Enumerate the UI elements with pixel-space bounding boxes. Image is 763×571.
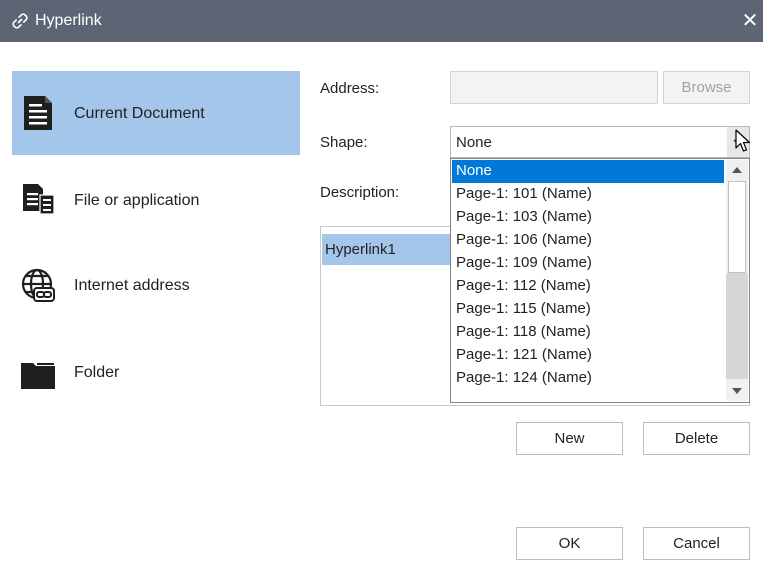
sidebar-item-folder[interactable]: Folder xyxy=(12,330,300,414)
close-button[interactable]: ✕ xyxy=(739,9,761,33)
close-icon: ✕ xyxy=(741,10,759,32)
delete-button[interactable]: Delete xyxy=(643,422,750,455)
dialog-title: Hyperlink xyxy=(35,12,102,29)
browse-button[interactable]: Browse xyxy=(663,71,750,104)
dropdown-option[interactable]: Page-1: 109 (Name) xyxy=(452,252,724,275)
document-icon xyxy=(24,96,52,130)
dropdown-option[interactable]: Page-1: 103 (Name) xyxy=(452,206,724,229)
mouse-cursor-icon xyxy=(735,129,751,152)
sidebar-item-current-document[interactable]: Current Document xyxy=(12,71,300,155)
shape-select[interactable]: None xyxy=(450,126,750,158)
globe-link-icon xyxy=(21,268,55,302)
dropdown-option[interactable]: Page-1: 112 (Name) xyxy=(452,275,724,298)
shape-label: Shape: xyxy=(320,134,368,151)
sidebar-item-label: Current Document xyxy=(74,105,205,122)
scroll-up-button[interactable] xyxy=(726,160,748,180)
sidebar-item-label: Internet address xyxy=(74,277,190,294)
scrollbar-thumb[interactable] xyxy=(728,181,746,273)
dropdown-option[interactable]: Page-1: 121 (Name) xyxy=(452,344,724,367)
folder-icon xyxy=(21,363,55,389)
shape-dropdown-list[interactable]: None Page-1: 101 (Name) Page-1: 103 (Nam… xyxy=(450,158,750,403)
scroll-up-arrow-icon xyxy=(732,167,742,173)
cancel-button[interactable]: Cancel xyxy=(643,527,750,560)
dropdown-scrollbar[interactable] xyxy=(726,160,748,401)
sidebar-item-file-or-application[interactable]: File or application xyxy=(12,158,300,242)
sidebar-item-label: Folder xyxy=(74,364,120,381)
dropdown-option[interactable]: Page-1: 101 (Name) xyxy=(452,183,724,206)
file-application-icon xyxy=(23,184,55,215)
sidebar-item-internet-address[interactable]: Internet address xyxy=(12,243,300,327)
dropdown-option[interactable]: Page-1: 118 (Name) xyxy=(452,321,724,344)
dropdown-option[interactable]: Page-1: 124 (Name) xyxy=(452,367,724,390)
address-input[interactable] xyxy=(450,71,658,104)
scrollbar-track[interactable] xyxy=(726,273,748,379)
address-label: Address: xyxy=(320,80,380,97)
description-label: Description: xyxy=(320,184,400,201)
dropdown-option[interactable]: Page-1: 115 (Name) xyxy=(452,298,724,321)
new-button[interactable]: New xyxy=(516,422,623,455)
link-icon xyxy=(12,13,28,29)
dropdown-option[interactable]: Page-1: 106 (Name) xyxy=(452,229,724,252)
shape-select-value: None xyxy=(456,134,492,151)
scroll-down-button[interactable] xyxy=(726,381,748,401)
dropdown-option[interactable]: None xyxy=(452,160,724,183)
scroll-down-arrow-icon xyxy=(732,388,742,394)
list-item[interactable]: Hyperlink1 xyxy=(322,234,451,265)
ok-button[interactable]: OK xyxy=(516,527,623,560)
sidebar-item-label: File or application xyxy=(74,192,200,209)
title-bar: Hyperlink ✕ xyxy=(0,0,763,42)
